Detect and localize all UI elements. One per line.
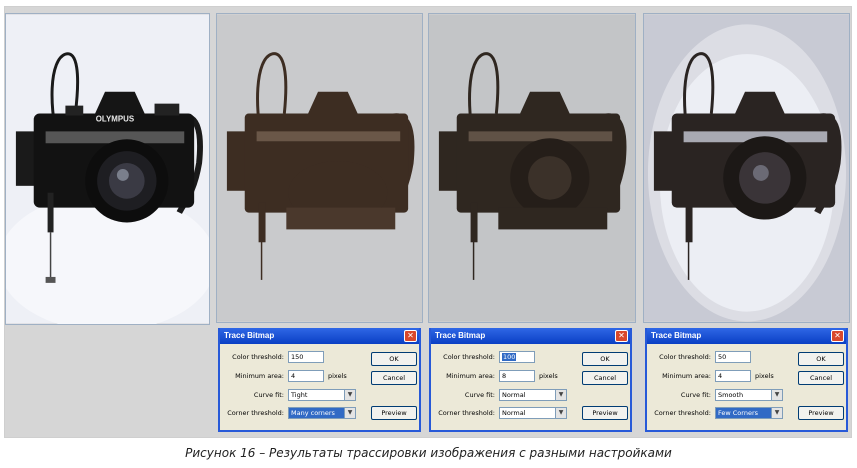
curve-fit-select[interactable]: Normal ▼	[499, 389, 567, 401]
minimum-area-input[interactable]: 4	[715, 370, 751, 382]
trace-result-1	[216, 13, 423, 323]
minimum-area-label: Minimum area:	[235, 372, 284, 380]
ok-button[interactable]: OK	[582, 352, 628, 366]
cancel-button[interactable]: Cancel	[582, 371, 628, 385]
chevron-down-icon[interactable]: ▼	[555, 390, 566, 400]
curve-fit-value: Smooth	[718, 391, 744, 399]
corner-threshold-label: Corner threshold:	[227, 409, 284, 417]
color-threshold-input[interactable]: 50	[715, 351, 751, 363]
original-photo: OLYMPUS	[5, 13, 210, 325]
close-icon[interactable]: ✕	[831, 330, 844, 342]
chevron-down-icon[interactable]: ▼	[555, 408, 566, 418]
trace-bitmap-dialog-3: Trace Bitmap ✕ Color threshold: 50 Minim…	[645, 328, 848, 432]
color-threshold-input[interactable]: 100	[499, 351, 535, 363]
cancel-button[interactable]: Cancel	[371, 371, 417, 385]
minimum-area-label: Minimum area:	[446, 372, 495, 380]
color-threshold-label: Color threshold:	[443, 353, 495, 361]
corner-threshold-value: Normal	[502, 409, 526, 417]
color-threshold-input[interactable]: 150	[288, 351, 324, 363]
color-threshold-label: Color threshold:	[232, 353, 284, 361]
preview-button[interactable]: Preview	[582, 406, 628, 420]
corner-threshold-select[interactable]: Normal ▼	[499, 407, 567, 419]
minimum-area-input[interactable]: 4	[288, 370, 324, 382]
curve-fit-label: Curve fit:	[464, 391, 495, 399]
corner-threshold-select[interactable]: Few Corners ▼	[715, 407, 783, 419]
corner-threshold-label: Corner threshold:	[438, 409, 495, 417]
pixels-label: pixels	[539, 372, 558, 380]
brand-label: OLYMPUS	[96, 114, 134, 123]
corner-threshold-label: Corner threshold:	[654, 409, 711, 417]
curve-fit-label: Curve fit:	[680, 391, 711, 399]
curve-fit-select[interactable]: Smooth ▼	[715, 389, 783, 401]
trace-bitmap-dialog-1: Trace Bitmap ✕ Color threshold: 150 Mini…	[218, 328, 421, 432]
corner-threshold-value: Few Corners	[718, 409, 759, 417]
preview-button[interactable]: Preview	[798, 406, 844, 420]
pixels-label: pixels	[755, 372, 774, 380]
figure-caption: Рисунок 16 – Результаты трассировки изоб…	[185, 446, 672, 460]
trace-result-2	[428, 13, 636, 323]
ok-button[interactable]: OK	[798, 352, 844, 366]
camera-photo-trace-3	[644, 14, 849, 322]
color-threshold-value: 100	[502, 353, 517, 361]
curve-fit-value: Tight	[291, 391, 308, 399]
corner-threshold-value: Many corners	[291, 409, 335, 417]
minimum-area-label: Minimum area:	[662, 372, 711, 380]
corner-threshold-select[interactable]: Many corners ▼	[288, 407, 356, 419]
cancel-button[interactable]: Cancel	[798, 371, 844, 385]
chevron-down-icon[interactable]: ▼	[344, 390, 355, 400]
close-icon[interactable]: ✕	[615, 330, 628, 342]
curve-fit-select[interactable]: Tight ▼	[288, 389, 356, 401]
pixels-label: pixels	[328, 372, 347, 380]
curve-fit-value: Normal	[502, 391, 526, 399]
chevron-down-icon[interactable]: ▼	[344, 408, 355, 418]
camera-photo-trace-2	[429, 14, 635, 322]
ok-button[interactable]: OK	[371, 352, 417, 366]
dialog-title: Trace Bitmap	[651, 331, 702, 340]
trace-result-3	[643, 13, 850, 323]
curve-fit-label: Curve fit:	[253, 391, 284, 399]
dialog-title: Trace Bitmap	[435, 331, 486, 340]
dialog-title-bar[interactable]: Trace Bitmap ✕	[431, 328, 630, 344]
preview-button[interactable]: Preview	[371, 406, 417, 420]
trace-bitmap-dialog-2: Trace Bitmap ✕ Color threshold: 100 Mini…	[429, 328, 632, 432]
camera-photo-original: OLYMPUS	[6, 14, 209, 324]
dialog-title-bar[interactable]: Trace Bitmap ✕	[647, 328, 846, 344]
color-threshold-label: Color threshold:	[659, 353, 711, 361]
dialog-title: Trace Bitmap	[224, 331, 275, 340]
minimum-area-input[interactable]: 8	[499, 370, 535, 382]
close-icon[interactable]: ✕	[404, 330, 417, 342]
chevron-down-icon[interactable]: ▼	[771, 390, 782, 400]
camera-photo-trace-1	[217, 14, 422, 322]
dialog-title-bar[interactable]: Trace Bitmap ✕	[220, 328, 419, 344]
chevron-down-icon[interactable]: ▼	[771, 408, 782, 418]
